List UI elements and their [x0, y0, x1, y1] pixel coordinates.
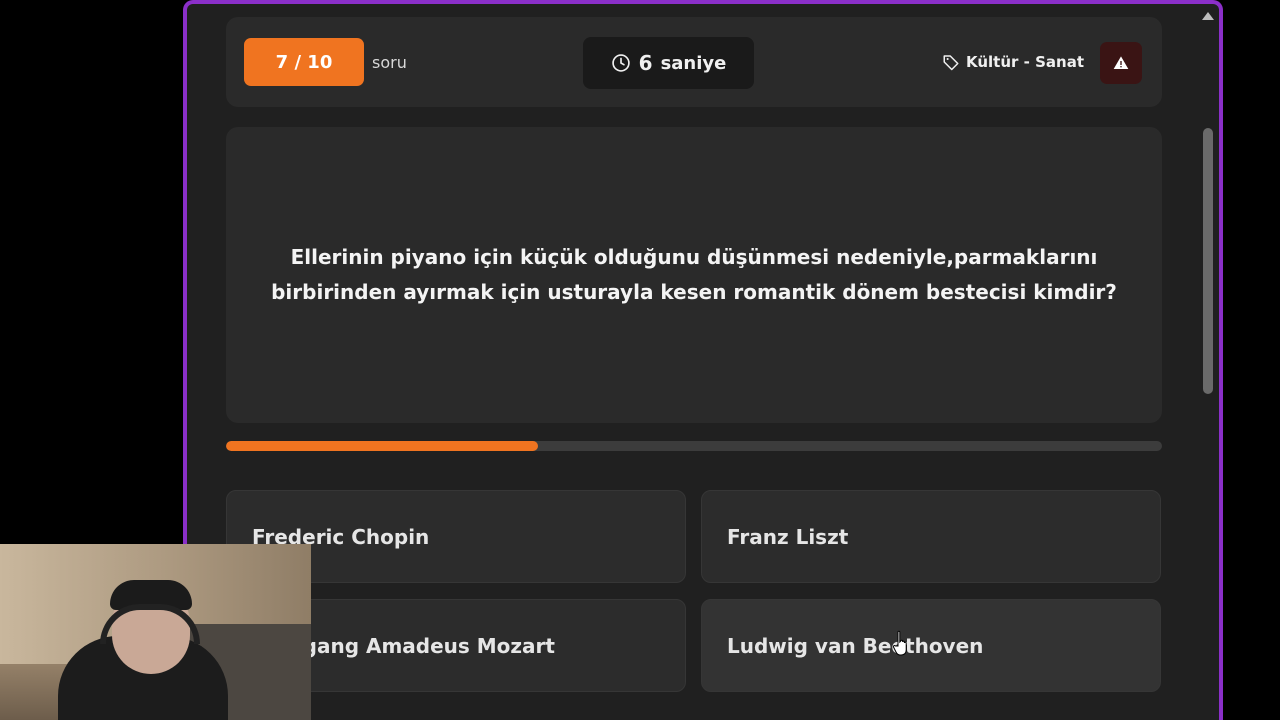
category-label: Kültür - Sanat — [942, 53, 1084, 71]
quiz-window: 7 / 10 soru 6 saniye Kültür - Sanat Elle… — [183, 0, 1223, 720]
tag-icon — [943, 55, 959, 71]
answer-option-4[interactable]: Ludwig van Beethoven — [701, 599, 1161, 692]
time-progress-bar — [226, 441, 1162, 451]
question-text: Ellerinin piyano için küçük olduğunu düş… — [271, 245, 1117, 304]
hand-cursor-icon — [893, 630, 907, 656]
answer-option-label: Franz Liszt — [727, 524, 849, 549]
warning-icon — [1113, 56, 1129, 69]
question-card: Ellerinin piyano için küçük olduğunu düş… — [226, 127, 1162, 423]
webcam-overlay — [0, 544, 311, 720]
question-counter-text: 7 / 10 — [275, 51, 333, 73]
time-progress-fill — [226, 441, 538, 451]
scrollbar-thumb[interactable] — [1203, 128, 1213, 394]
clock-icon — [611, 54, 630, 72]
countdown-timer: 6 saniye — [583, 37, 754, 89]
category-text: Kültür - Sanat — [966, 53, 1084, 71]
report-question-button[interactable] — [1100, 42, 1142, 84]
question-counter: 7 / 10 — [244, 38, 364, 86]
timer-unit: saniye — [660, 52, 727, 74]
scroll-up-arrow-icon[interactable] — [1202, 12, 1214, 20]
answer-option-2[interactable]: Franz Liszt — [701, 490, 1161, 583]
quiz-header: 7 / 10 soru 6 saniye Kültür - Sanat — [226, 17, 1162, 107]
answer-option-label: Ludwig van Beethoven — [727, 633, 984, 658]
scrollbar[interactable] — [1201, 10, 1215, 720]
timer-value: 6 — [638, 51, 653, 75]
question-counter-label: soru — [372, 53, 407, 72]
